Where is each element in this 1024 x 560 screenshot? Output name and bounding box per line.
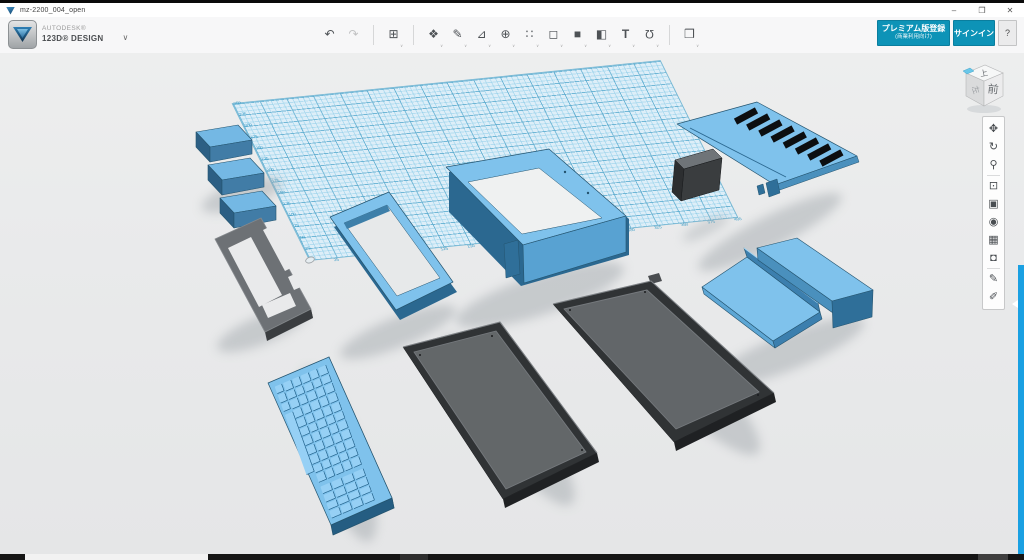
3d-viewport[interactable]: 3503253002752502252001751501251007550252… (0, 53, 1024, 554)
toolbar-separator (413, 25, 414, 45)
app-toolbar: AUTODESK® 123D® DESIGN ∨ ↶ ↷ ⊞∨ ❖∨ ✎∨ ⊿∨… (0, 17, 1024, 54)
app-window-icon (6, 6, 15, 15)
taskbar-segment (978, 554, 1008, 560)
toolbar-separator (669, 25, 670, 45)
snap-button[interactable]: Ω∨ (642, 25, 657, 45)
material-icon: ◧ (596, 25, 607, 43)
material-button[interactable]: ◧∨ (594, 25, 609, 45)
show-sketches-button[interactable]: ✎ (984, 270, 1003, 288)
hide-show-button[interactable]: ◉ (984, 213, 1003, 231)
snap-magnet-icon: Ω (645, 25, 654, 43)
grouping-icon: ◻ (549, 25, 559, 43)
window-titlebar: mz-2200_004_open – ❐ ✕ (0, 3, 1024, 18)
text-button[interactable]: T∨ (618, 25, 633, 45)
primitives-button[interactable]: ❖∨ (426, 25, 441, 45)
palette-separator (987, 268, 1000, 269)
camera-icon: ◘ (990, 252, 997, 264)
measure-button[interactable]: ❒∨ (682, 25, 697, 45)
combine-icon: ■ (574, 25, 581, 43)
part-front-bezel[interactable] (215, 218, 313, 341)
undo-icon: ↶ (324, 25, 334, 43)
pencil-off-icon: ✐ (989, 291, 998, 303)
transform-button[interactable]: ⊞∨ (386, 25, 401, 45)
undo-button[interactable]: ↶ (322, 25, 337, 45)
construct-button[interactable]: ⊿∨ (474, 25, 489, 45)
view-mode-button[interactable]: ▣ (984, 195, 1003, 213)
taskbar-segment (400, 554, 428, 560)
panel-collapse-arrow-icon[interactable] (1012, 300, 1018, 308)
keyboard-key (351, 456, 362, 468)
part-io-panel[interactable] (672, 149, 722, 201)
view-cube[interactable]: 上 前 左 (956, 60, 1012, 114)
sign-in-button[interactable]: サインイン (953, 20, 995, 46)
combine-button[interactable]: ■∨ (570, 25, 585, 45)
pan-icon: ✥ (989, 123, 998, 135)
eye-icon: ◉ (989, 216, 999, 228)
redo-button[interactable]: ↷ (346, 25, 361, 45)
scene-canvas (0, 53, 1024, 554)
view-cube-front-label: 前 (987, 81, 999, 96)
orbit-tool[interactable]: ↻ (984, 138, 1003, 156)
fit-icon: ⊡ (989, 180, 998, 192)
restore-button[interactable]: ❐ (968, 4, 996, 17)
modify-icon: ⊕ (500, 25, 510, 43)
tool-ribbon: ↶ ↷ ⊞∨ ❖∨ ✎∨ ⊿∨ ⊕∨ ∷∨ ◻∨ ■∨ ◧∨ T∨ Ω∨ ❒∨ (322, 17, 697, 53)
premium-register-button[interactable]: プレミアム版登録 (商業利用向け) (877, 20, 950, 46)
modify-button[interactable]: ⊕∨ (498, 25, 513, 45)
brand-line1: AUTODESK® (42, 26, 104, 33)
window-title: mz-2200_004_open (20, 7, 85, 14)
view-mode-icon: ▣ (988, 198, 998, 210)
pencil-icon: ✎ (989, 273, 998, 285)
materials-grid-icon: ▦ (988, 234, 998, 246)
toolbar-separator (373, 25, 374, 45)
main-menu-chevron-icon[interactable]: ∨ (123, 33, 129, 42)
help-button[interactable]: ? (998, 20, 1017, 46)
close-button[interactable]: ✕ (996, 4, 1024, 17)
hide-sketches-button[interactable]: ✐ (984, 288, 1003, 306)
magnifier-icon: ⚲ (989, 159, 997, 171)
measure-icon: ❒ (684, 25, 695, 43)
taskbar-strip (0, 554, 1024, 560)
navigation-palette: ✥ ↻ ⚲ ⊡ ▣ ◉ ▦ ◘ ✎ ✐ (982, 116, 1005, 310)
part-monitor-frame[interactable] (330, 192, 457, 320)
materials-button[interactable]: ▦ (984, 231, 1003, 249)
pattern-button[interactable]: ∷∨ (522, 25, 537, 45)
pan-tool[interactable]: ✥ (984, 120, 1003, 138)
primitives-icon: ❖ (428, 25, 439, 43)
palette-separator (987, 175, 1000, 176)
construct-icon: ⊿ (476, 25, 486, 43)
sketch-icon: ✎ (452, 25, 462, 43)
part-bracket-set[interactable] (196, 125, 276, 228)
brand-line2: 123D® DESIGN (42, 35, 104, 43)
sketch-button[interactable]: ✎∨ (450, 25, 465, 45)
premium-sublabel: (商業利用向け) (895, 34, 932, 41)
grouping-button[interactable]: ◻∨ (546, 25, 561, 45)
edge-panel-strip[interactable] (1018, 265, 1024, 554)
minimize-button[interactable]: – (940, 4, 968, 17)
autodesk-123d-logo-icon (8, 20, 37, 49)
redo-icon: ↷ (348, 25, 358, 43)
premium-label: プレミアム版登録 (882, 25, 945, 34)
orbit-icon: ↻ (989, 141, 998, 153)
desktop: { "window": { "title": "mz-2200_004_open… (0, 0, 1024, 560)
screenshot-button[interactable]: ◘ (984, 249, 1003, 267)
window-controls: – ❐ ✕ (940, 4, 1024, 17)
zoom-tool[interactable]: ⚲ (984, 156, 1003, 174)
fit-view-button[interactable]: ⊡ (984, 177, 1003, 195)
account-area: プレミアム版登録 (商業利用向け) サインイン ? (877, 20, 1017, 46)
pattern-icon: ∷ (526, 25, 534, 43)
text-icon: T (622, 25, 629, 43)
app-logo[interactable]: AUTODESK® 123D® DESIGN ∨ (8, 20, 128, 49)
transform-icon: ⊞ (388, 25, 398, 43)
grid-origin-marker (305, 256, 315, 264)
taskbar-segment (25, 554, 208, 560)
